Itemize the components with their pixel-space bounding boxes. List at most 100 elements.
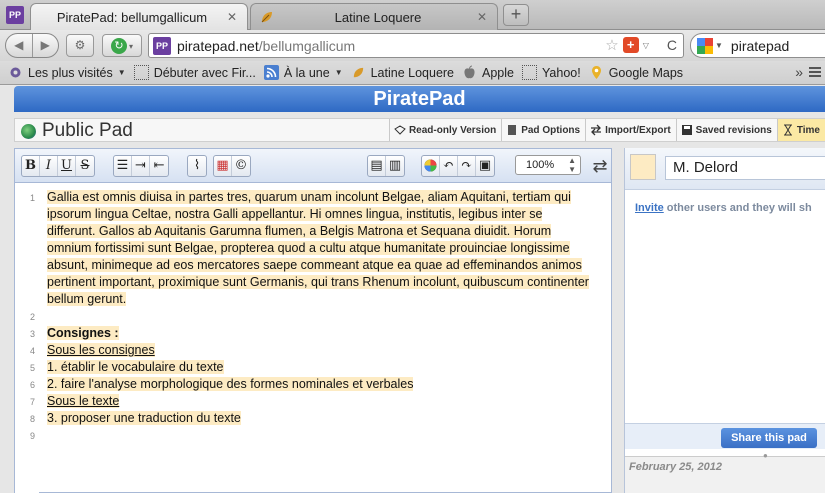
invite-text: Invite other users and they will sh [635,202,812,214]
editor: B I U S ☰ ⇥ ⇤ ⌇ ▦ © ▤ ▥ ↶ ↷ ▣ 100% ▲ ▼ ⇄… [14,148,612,493]
bookmark-debuter[interactable]: Débuter avec Fir... [133,65,256,80]
map-pin-icon [589,65,604,80]
dotted-page-icon [133,65,149,80]
search-text: piratepad [730,37,790,54]
bookmark-label: Latine Loquere [370,65,455,80]
indent-icon[interactable]: ⇥ [132,156,150,176]
copyright-icon[interactable]: © [232,156,250,176]
share-bar: Share this pad [625,423,825,449]
user-name-input[interactable]: M. Delord [665,156,825,180]
text-line: Sous les consignes [47,343,155,357]
line-number: 2 [29,312,35,322]
bookmarks-menu-icon[interactable] [809,65,821,79]
share-pad-button[interactable]: Share this pad [721,428,817,448]
pad-title: Public Pad [21,119,133,143]
resize-grip-icon[interactable]: ● [763,451,768,460]
bookmark-yahoo[interactable]: Yahoo! [522,65,581,80]
bookmark-google-maps[interactable]: Google Maps [589,65,683,80]
text-line: 3. proposer une traduction du texte [47,411,241,425]
new-tab-button[interactable]: + [503,4,529,26]
user-color-swatch[interactable] [630,154,656,180]
undo-icon[interactable]: ↶ [440,156,458,176]
close-tab-icon[interactable]: ✕ [475,10,489,24]
color-wheel-icon[interactable] [422,156,440,176]
page-icon [506,124,518,136]
bookmark-label: Google Maps [608,65,684,80]
read-only-version-link[interactable]: Read-only Version [388,119,501,141]
text-line: 1. établir le vocabulaire du texte [47,360,224,374]
bookmark-latine-loquere[interactable]: Latine Loquere [351,65,454,80]
close-tab-icon[interactable]: ✕ [225,10,239,24]
bookmark-les-plus-visites[interactable]: Les plus visités ▼ [8,65,126,80]
url-path: /bellumgallicum [258,37,356,54]
tab-title: PiratePad: bellumgallicum [56,9,208,25]
bullet-list-icon[interactable]: ☰ [114,156,132,176]
import-icon[interactable]: ▥ [386,156,404,176]
back-button[interactable]: ◀ [6,34,33,57]
line-number: 4 [29,346,35,356]
search-engine-dropdown-icon[interactable]: ▼ [715,41,723,50]
bookmark-apple[interactable]: Apple [462,65,514,80]
clear-authorship-icon[interactable]: ▦ [214,156,232,176]
globe-icon [21,123,36,139]
paragraph-text: Gallia est omnis diuisa in partes tres, … [47,190,589,306]
bookmark-label: Les plus visités [28,65,113,80]
text-line: 2. faire l'analyse morphologique des for… [47,377,414,391]
sync-button[interactable]: ⚙ [66,34,94,57]
line-number: 8 [29,414,35,424]
bookmark-star-icon[interactable]: ☆ [605,36,618,54]
link-label: Saved revisions [695,124,772,136]
navigation-bar: ◀ ▶ ⚙ ↻ ▾ PP piratepad.net/bellumgallicum… [0,30,825,61]
attach-group: ⌇ [187,155,207,177]
invite-link[interactable]: Invite [635,202,664,214]
swap-panels-icon[interactable]: ⇄ [589,151,611,181]
forward-button[interactable]: ▶ [33,34,59,57]
time-slider-link[interactable]: Time [776,119,825,141]
extension-button[interactable]: ↻ ▾ [102,34,142,57]
outdent-icon[interactable]: ⇤ [150,156,168,176]
invite-rest: other users and they will sh [663,202,812,214]
underline-button[interactable]: U [58,156,76,176]
app-icon: PP [6,6,24,24]
piratepad-header[interactable]: PiratePad [14,86,825,112]
leaf-icon [259,9,275,25]
arrows-icon [590,124,602,136]
attachment-icon[interactable]: ⌇ [188,156,206,176]
line-number-gutter: 1 2 3 4 5 6 7 8 9 [15,183,39,493]
tab-piratepad[interactable]: PP PiratePad: bellumgallicum ✕ [30,3,248,30]
format-buttons: B I U S [21,155,95,177]
refresh-circle-icon: ↻ [110,38,127,54]
more-bookmarks-icon[interactable]: » [795,64,803,80]
dropdown-icon[interactable]: ▽ [643,41,649,50]
user-header: M. Delord [625,148,825,190]
saved-revisions-link[interactable]: Saved revisions [675,119,777,141]
reload-icon[interactable]: C [667,37,677,53]
add-on-icon[interactable]: + [622,37,639,53]
bold-button[interactable]: B [22,156,40,176]
redo-icon[interactable]: ↷ [458,156,476,176]
glasses-icon [394,124,406,136]
search-box[interactable]: ▼ piratepad [690,33,825,58]
hourglass-icon [782,124,794,136]
address-bar[interactable]: PP piratepad.net/bellumgallicum ☆ + ▽ C [148,33,684,58]
save-icon[interactable]: ▣ [476,156,494,176]
pad-text-area[interactable]: Gallia est omnis diuisa in partes tres, … [47,189,597,427]
zoom-select[interactable]: 100% ▲ ▼ [515,155,581,175]
line-number: 3 [29,329,35,339]
import-export-link[interactable]: Import/Export [585,119,676,141]
users-panel: M. Delord Invite other users and they wi… [624,148,825,493]
spinner-icon: ▲ ▼ [568,156,576,174]
tab-latine-loquere[interactable]: Latine Loquere ✕ [250,3,498,30]
rss-icon [263,65,279,80]
document-icon[interactable]: ▤ [368,156,386,176]
bookmark-a-la-une[interactable]: À la une ▼ [263,65,343,80]
italic-button[interactable]: I [40,156,58,176]
pad-options-link[interactable]: Pad Options [501,119,585,141]
chat-date: February 25, 2012 [629,461,722,473]
strikethrough-button[interactable]: S [76,156,94,176]
bookmark-label: Apple [482,65,514,80]
url-host: piratepad.net [177,37,259,54]
dotted-page-icon [522,65,537,80]
link-label: Pad Options [521,124,581,136]
editor-toolbar: B I U S ☰ ⇥ ⇤ ⌇ ▦ © ▤ ▥ ↶ ↷ ▣ 100% ▲ ▼ ⇄ [15,149,611,183]
